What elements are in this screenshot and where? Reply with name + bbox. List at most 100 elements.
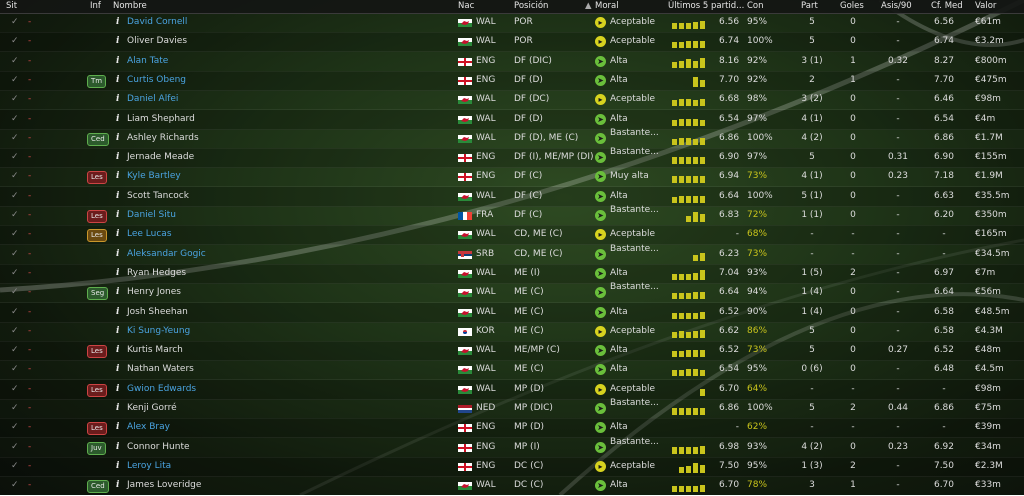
info-badge[interactable]: Tm <box>87 74 107 88</box>
player-name[interactable]: Leroy Lita <box>127 457 171 476</box>
info-icon[interactable]: i <box>116 399 119 418</box>
player-name[interactable]: Daniel Alfei <box>127 90 178 109</box>
player-name[interactable]: Gwion Edwards <box>127 380 196 399</box>
col-cfmed[interactable]: Cf. Med <box>931 0 963 13</box>
check-icon[interactable]: ✓ <box>11 129 19 148</box>
check-icon[interactable]: ✓ <box>11 457 19 476</box>
table-row[interactable]: ✓ - Seg i Henry Jones WAL ME (C) ➤ Bastante... 6.… <box>0 282 1024 304</box>
player-name[interactable]: James Loveridge <box>127 476 201 495</box>
check-icon[interactable]: ✓ <box>11 167 19 186</box>
check-icon[interactable]: ✓ <box>11 399 19 418</box>
info-icon[interactable]: i <box>116 71 119 90</box>
table-row[interactable]: ✓ - Les i Lee Lucas WAL CD, ME (C) ▸ Aceptable -6… <box>0 225 1024 246</box>
info-icon[interactable]: i <box>116 283 119 302</box>
col-moral[interactable]: Moral <box>595 0 619 13</box>
info-badge[interactable]: Les <box>87 422 107 436</box>
check-icon[interactable]: ✓ <box>11 322 19 341</box>
info-icon[interactable]: i <box>116 90 119 109</box>
check-icon[interactable]: ✓ <box>11 71 19 90</box>
info-icon[interactable]: i <box>116 264 119 283</box>
player-name[interactable]: Jernade Meade <box>127 148 194 167</box>
info-icon[interactable]: i <box>116 187 119 206</box>
info-icon[interactable]: i <box>116 322 119 341</box>
table-row[interactable]: ✓ - Juv i Connor Hunte ENG MP (I) ➤ Bastante... 6… <box>0 437 1024 458</box>
info-icon[interactable]: i <box>116 110 119 129</box>
check-icon[interactable]: ✓ <box>11 32 19 51</box>
table-row[interactable]: ✓ - i Ki Sung-Yeung KOR ME (C) ▸ Aceptable 6.62 8… <box>0 322 1024 342</box>
col-sit[interactable]: Sit <box>6 0 17 13</box>
check-icon[interactable]: ✓ <box>11 148 19 167</box>
player-name[interactable]: Kurtis March <box>127 341 183 360</box>
player-name[interactable]: Aleksandar Gogic <box>127 245 206 264</box>
table-row[interactable]: ✓ - i Aleksandar Gogic SRB CD, ME (C) ➤ Bastant… <box>0 244 1024 265</box>
player-name[interactable]: Kenji Gorré <box>127 399 177 418</box>
player-name[interactable]: Oliver Davies <box>127 32 187 51</box>
table-row[interactable]: ✓ - Les i Alex Bray ENG MP (D) ➤ Alta -62% - - - - €39… <box>0 418 1024 439</box>
col-goles[interactable]: Goles <box>840 0 864 13</box>
table-row[interactable]: ✓ - i Daniel Alfei WAL DF (DC) ▸ Aceptable 6.68 9… <box>0 90 1024 111</box>
table-row[interactable]: ✓ - i Alan Tate ENG DF (DIC) ➤ Alta 8.16 92% 3 (1)… <box>0 52 1024 72</box>
table-row[interactable]: ✓ - i Leroy Lita ENG DC (C) ▸ Aceptable 7.50 95% 1… <box>0 456 1024 477</box>
check-icon[interactable]: ✓ <box>11 52 19 71</box>
col-nac[interactable]: Nac <box>458 0 474 13</box>
info-icon[interactable]: i <box>116 32 119 51</box>
check-icon[interactable]: ✓ <box>11 187 19 206</box>
player-name[interactable]: Alex Bray <box>127 418 170 437</box>
player-name[interactable]: Kyle Bartley <box>127 167 181 186</box>
col-nombre[interactable]: Nombre <box>113 0 147 13</box>
player-name[interactable]: Daniel Situ <box>127 206 176 225</box>
table-row[interactable]: ✓ - i Liam Shephard WAL DF (D) ➤ Alta 6.54 97% 4 (… <box>0 109 1024 130</box>
table-row[interactable]: ✓ - i Ryan Hedges WAL ME (I) ➤ Alta 7.04 93% 1 (5)… <box>0 263 1024 284</box>
info-icon[interactable]: i <box>116 303 119 322</box>
player-name[interactable]: Connor Hunte <box>127 438 190 457</box>
info-icon[interactable]: i <box>116 457 119 476</box>
col-ultimos[interactable]: Últimos 5 partid... <box>668 0 744 13</box>
info-icon[interactable]: i <box>116 225 119 244</box>
info-icon[interactable]: i <box>116 360 119 379</box>
player-name[interactable]: Ryan Hedges <box>127 264 186 283</box>
info-badge[interactable]: Ced <box>87 480 109 494</box>
check-icon[interactable]: ✓ <box>11 283 19 302</box>
check-icon[interactable]: ✓ <box>11 110 19 129</box>
info-badge[interactable]: Les <box>87 383 107 397</box>
table-row[interactable]: ✓ - i Nathan Waters WAL ME (C) ➤ Alta 6.54 95% 0 (… <box>0 360 1024 381</box>
info-badge[interactable]: Seg <box>87 287 109 301</box>
table-row[interactable]: ✓ - i Josh Sheehan WAL ME (C) ➤ Alta 6.52 90% 1 (4… <box>0 302 1024 323</box>
info-badge[interactable]: Juv <box>87 441 106 455</box>
player-name[interactable]: Lee Lucas <box>127 225 172 244</box>
table-row[interactable]: ✓ - Les i Kyle Bartley ENG DF (C) ➤ Muy alta 6.94… <box>0 167 1024 188</box>
info-icon[interactable]: i <box>116 206 119 225</box>
info-icon[interactable]: i <box>116 167 119 186</box>
table-row[interactable]: ✓ - i Scott Tancock WAL DF (C) ➤ Alta 6.64 100% 5 … <box>0 186 1024 207</box>
check-icon[interactable]: ✓ <box>11 13 19 32</box>
player-name[interactable]: Josh Sheehan <box>127 303 188 322</box>
player-name[interactable]: Alan Tate <box>127 52 168 71</box>
info-badge[interactable]: Ced <box>87 132 109 146</box>
check-icon[interactable]: ✓ <box>11 225 19 244</box>
col-inf[interactable]: Inf <box>90 0 101 13</box>
check-icon[interactable]: ✓ <box>11 476 19 495</box>
player-name[interactable]: Nathan Waters <box>127 360 194 379</box>
check-icon[interactable]: ✓ <box>11 206 19 225</box>
player-name[interactable]: Scott Tancock <box>127 187 189 206</box>
table-row[interactable]: ✓ - Les i Gwion Edwards WAL MP (D) ▸ Aceptable 6.… <box>0 379 1024 400</box>
info-icon[interactable]: i <box>116 418 119 437</box>
check-icon[interactable]: ✓ <box>11 90 19 109</box>
check-icon[interactable]: ✓ <box>11 438 19 457</box>
check-icon[interactable]: ✓ <box>11 303 19 322</box>
info-badge[interactable]: Les <box>87 171 107 185</box>
table-row[interactable]: ✓ - Ced i James Loveridge WAL DC (C) ➤ Alta 6.70 7… <box>0 476 1024 496</box>
info-icon[interactable]: i <box>116 129 119 148</box>
table-row[interactable]: ✓ - Tm i Curtis Obeng ENG DF (D) ➤ Alta 7.70 92% 2 1… <box>0 70 1024 91</box>
player-name[interactable]: David Cornell <box>127 13 187 32</box>
player-name[interactable]: Curtis Obeng <box>127 71 186 90</box>
check-icon[interactable]: ✓ <box>11 380 19 399</box>
player-name[interactable]: Ki Sung-Yeung <box>127 322 190 341</box>
info-icon[interactable]: i <box>116 245 119 264</box>
info-icon[interactable]: i <box>116 341 119 360</box>
table-row[interactable]: ✓ - i Kenji Gorré NED MP (DIC) ➤ Bastante... 6.8… <box>0 398 1024 419</box>
info-badge[interactable]: Les <box>87 210 107 223</box>
table-row[interactable]: ✓ - i David Cornell WAL POR ▸ Aceptable 6.56 95% 5… <box>0 13 1024 33</box>
table-row[interactable]: ✓ - i Oliver Davies WAL POR ▸ Aceptable 6.74 100%… <box>0 32 1024 53</box>
check-icon[interactable]: ✓ <box>11 360 19 379</box>
